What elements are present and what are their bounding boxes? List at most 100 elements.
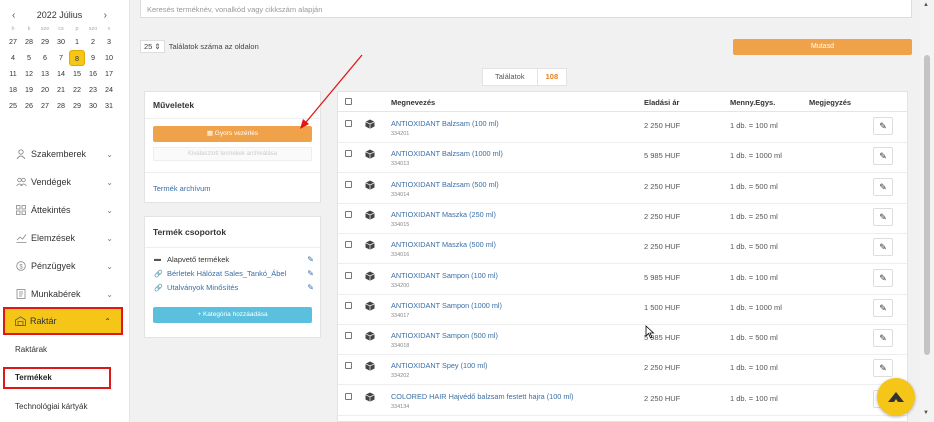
row-checkbox[interactable] bbox=[345, 241, 352, 249]
row-checkbox[interactable] bbox=[345, 332, 352, 340]
pencil-icon[interactable]: ✎ bbox=[307, 283, 314, 292]
calendar-day[interactable]: 2 bbox=[85, 34, 101, 50]
product-name-link[interactable]: ANTIOXIDANT Spey (100 ml) bbox=[391, 361, 487, 370]
calendar-day[interactable]: 20 bbox=[37, 82, 53, 98]
calendar-day[interactable]: 12 bbox=[21, 66, 37, 82]
calendar-day[interactable]: 14 bbox=[53, 66, 69, 82]
row-checkbox[interactable] bbox=[345, 150, 352, 158]
quick-edit-button[interactable]: ▦ Gyors vezérlés bbox=[153, 126, 312, 142]
sidebar-item-munkaberek[interactable]: Munkabérek ⌄ bbox=[15, 286, 115, 302]
show-button[interactable]: Mutasd bbox=[733, 39, 912, 55]
edit-pencil-button[interactable]: ✎ bbox=[873, 177, 893, 196]
sidebar-subitem-technologiai-kartyak[interactable]: Technológiai kártyák bbox=[15, 402, 87, 411]
product-archive-link[interactable]: Termék archívum bbox=[153, 184, 211, 193]
product-name-link[interactable]: COLORED HAIR Hajvédő balzsam festett haj… bbox=[391, 392, 574, 401]
calendar-day[interactable]: 24 bbox=[101, 82, 117, 98]
row-checkbox[interactable] bbox=[345, 271, 352, 279]
col-unit-header[interactable]: Menny.Egys. bbox=[730, 98, 775, 107]
product-name-link[interactable]: ANTIOXIDANT Maszka (500 ml) bbox=[391, 240, 496, 249]
edit-pencil-button[interactable]: ✎ bbox=[873, 238, 893, 257]
sidebar-subitem-raktarak[interactable]: Raktárak bbox=[15, 345, 47, 354]
row-checkbox[interactable] bbox=[345, 362, 352, 370]
edit-pencil-button[interactable]: ✎ bbox=[873, 329, 893, 348]
sidebar-item-elemzesek[interactable]: Elemzések ⌄ bbox=[15, 230, 115, 246]
calendar-day[interactable]: 4 bbox=[5, 50, 21, 66]
calendar-day[interactable]: 15 bbox=[69, 66, 85, 82]
sidebar-item-vendegek[interactable]: Vendégek ⌄ bbox=[15, 174, 115, 190]
help-fab-button[interactable] bbox=[877, 378, 915, 416]
row-checkbox[interactable] bbox=[345, 210, 352, 218]
group-item[interactable]: ▬ Alapvető termékek ✎ bbox=[154, 255, 314, 264]
select-all-checkbox[interactable] bbox=[345, 98, 352, 105]
calendar-day[interactable]: 5 bbox=[21, 50, 37, 66]
page-scrollbar[interactable]: ▲ ▼ bbox=[920, 0, 934, 422]
row-checkbox[interactable] bbox=[345, 180, 352, 188]
calendar-day[interactable]: 19 bbox=[21, 82, 37, 98]
edit-pencil-button[interactable]: ✎ bbox=[873, 298, 893, 317]
calendar-day[interactable]: 28 bbox=[53, 98, 69, 114]
calendar-day[interactable]: 29 bbox=[69, 98, 85, 114]
calendar-day[interactable]: 7 bbox=[53, 50, 69, 66]
calendar-day[interactable]: 29 bbox=[37, 34, 53, 50]
product-name-link[interactable]: ANTIOXIDANT Balzsam (1000 ml) bbox=[391, 149, 503, 158]
calendar-day[interactable]: 13 bbox=[37, 66, 53, 82]
calendar-day[interactable]: 18 bbox=[5, 82, 21, 98]
calendar-day[interactable]: 26 bbox=[21, 98, 37, 114]
search-input[interactable]: Keresés terméknév, vonalkód vagy cikkszá… bbox=[140, 0, 912, 18]
row-checkbox[interactable] bbox=[345, 392, 352, 400]
add-category-button[interactable]: + Kategória hozzáadása bbox=[153, 307, 312, 323]
calendar-day[interactable]: 23 bbox=[85, 82, 101, 98]
calendar-day[interactable]: 11 bbox=[5, 66, 21, 82]
scrollbar-thumb[interactable] bbox=[924, 55, 930, 355]
calendar-month-title[interactable]: 2022 Július bbox=[37, 10, 83, 20]
calendar-day[interactable]: 1 bbox=[69, 34, 85, 50]
scroll-down-icon[interactable]: ▼ bbox=[923, 410, 929, 416]
col-price-header[interactable]: Eladási ár bbox=[644, 98, 679, 107]
calendar-day[interactable]: 8 bbox=[69, 50, 85, 66]
calendar-day[interactable]: 31 bbox=[101, 98, 117, 114]
calendar-day[interactable]: 3 bbox=[101, 34, 117, 50]
calendar-day[interactable]: 30 bbox=[85, 98, 101, 114]
archive-selected-button[interactable]: Kiválasztott termékek archiválása bbox=[153, 147, 312, 161]
product-name-link[interactable]: ANTIOXIDANT Balzsam (500 ml) bbox=[391, 180, 499, 189]
calendar-day[interactable]: 27 bbox=[37, 98, 53, 114]
page-size-select[interactable]: 25 ⇕ bbox=[140, 40, 165, 53]
group-item[interactable]: 🔗 Bérletek Hálózat Sales_Tankó_Ábel ✎ bbox=[154, 269, 314, 278]
product-name-link[interactable]: ANTIOXIDANT Sampon (100 ml) bbox=[391, 271, 498, 280]
calendar-day[interactable]: 9 bbox=[85, 50, 101, 66]
calendar-day[interactable]: 22 bbox=[69, 82, 85, 98]
calendar-day[interactable]: 25 bbox=[5, 98, 21, 114]
calendar-day[interactable]: 10 bbox=[101, 50, 117, 66]
sidebar-item-attekintes[interactable]: Áttekintés ⌄ bbox=[15, 202, 115, 218]
calendar-day[interactable]: 27 bbox=[5, 34, 21, 50]
pencil-icon[interactable]: ✎ bbox=[307, 255, 314, 264]
calendar-day[interactable]: 28 bbox=[21, 34, 37, 50]
edit-pencil-button[interactable]: ✎ bbox=[873, 268, 893, 287]
pencil-icon[interactable]: ✎ bbox=[307, 269, 314, 278]
row-checkbox[interactable] bbox=[345, 301, 352, 309]
edit-pencil-button[interactable]: ✎ bbox=[873, 359, 893, 378]
edit-pencil-button[interactable]: ✎ bbox=[873, 117, 893, 135]
product-name-link[interactable]: ANTIOXIDANT Maszka (250 ml) bbox=[391, 210, 496, 219]
calendar-day[interactable]: 6 bbox=[37, 50, 53, 66]
calendar-day[interactable]: 30 bbox=[53, 34, 69, 50]
sidebar-subitem-termekek[interactable]: Termékek bbox=[3, 367, 111, 389]
sidebar-item-penzugyek[interactable]: $ Pénzügyek ⌄ bbox=[15, 258, 115, 274]
scroll-up-icon[interactable]: ▲ bbox=[923, 2, 929, 8]
calendar-day[interactable]: 16 bbox=[85, 66, 101, 82]
sidebar-item-szakemberek[interactable]: Szakemberek ⌄ bbox=[15, 146, 115, 162]
row-checkbox[interactable] bbox=[345, 120, 352, 127]
calendar-next-button[interactable]: › bbox=[104, 10, 107, 21]
sidebar-item-raktar[interactable]: Raktár ⌃ bbox=[3, 307, 123, 335]
calendar-day[interactable]: 21 bbox=[53, 82, 69, 98]
col-name-header[interactable]: Megnevezés bbox=[391, 98, 435, 107]
product-name-link[interactable]: ANTIOXIDANT Balzsam (100 ml) bbox=[391, 119, 499, 128]
product-name-link[interactable]: ANTIOXIDANT Sampon (500 ml) bbox=[391, 331, 498, 340]
calendar-day[interactable]: 17 bbox=[101, 66, 117, 82]
col-note-header[interactable]: Megjegyzés bbox=[809, 98, 851, 107]
product-name-link[interactable]: ANTIOXIDANT Sampon (1000 ml) bbox=[391, 301, 502, 310]
group-item[interactable]: 🔗 Utalványok Minősítés ✎ bbox=[154, 283, 314, 292]
edit-pencil-button[interactable]: ✎ bbox=[873, 147, 893, 166]
calendar-prev-button[interactable]: ‹ bbox=[12, 10, 15, 21]
edit-pencil-button[interactable]: ✎ bbox=[873, 207, 893, 226]
